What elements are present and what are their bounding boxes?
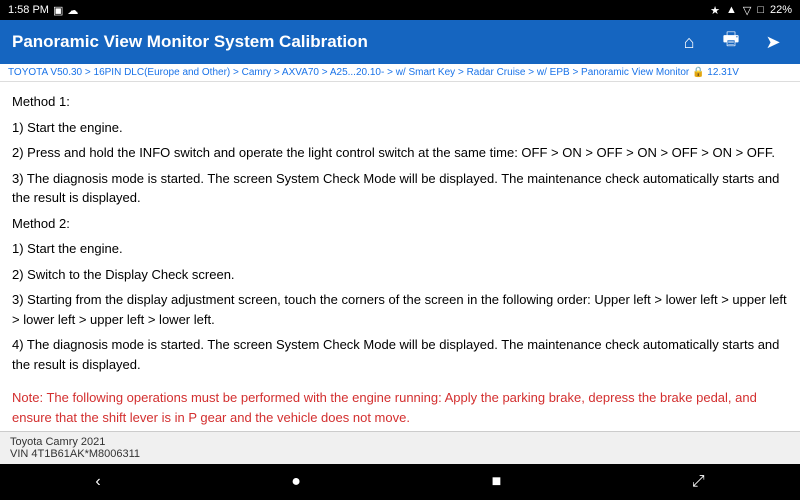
- header-icons: ⌂ 🖶 ➤: [674, 27, 788, 57]
- home-button[interactable]: ⌂: [674, 27, 704, 57]
- method2-step1: 1) Start the engine.: [12, 239, 788, 259]
- fullscreen-nav-icon[interactable]: ⤢: [672, 469, 725, 495]
- vehicle-model: Toyota Camry 2021: [10, 436, 790, 448]
- nav-bar: ‹ ● ■ ⤢: [0, 464, 800, 500]
- method1-step2: 2) Press and hold the INFO switch and op…: [12, 143, 788, 163]
- print-button[interactable]: 🖶: [716, 27, 746, 57]
- method2-step3: 3) Starting from the display adjustment …: [12, 290, 788, 329]
- main-content: Method 1: 1) Start the engine. 2) Press …: [0, 82, 800, 431]
- method2-heading: Method 2:: [12, 214, 788, 234]
- method1-step1: 1) Start the engine.: [12, 118, 788, 138]
- note-text: Note: The following operations must be p…: [12, 388, 788, 427]
- recents-nav-icon[interactable]: ■: [472, 469, 522, 495]
- method1-heading: Method 1:: [12, 92, 788, 112]
- header-title: Panoramic View Monitor System Calibratio…: [12, 32, 368, 52]
- status-icon-1: ▣: [53, 4, 63, 17]
- back-nav-icon[interactable]: ‹: [75, 469, 120, 495]
- breadcrumb: TOYOTA V50.30 > 16PIN DLC(Europe and Oth…: [0, 64, 800, 82]
- content-area: Method 1: 1) Start the engine. 2) Press …: [12, 92, 788, 380]
- bluetooth-icon: ★: [710, 4, 720, 17]
- exit-button[interactable]: ➤: [758, 27, 788, 57]
- status-left: 1:58 PM ▣ ☁: [8, 4, 78, 17]
- wifi-icon: ▲: [726, 4, 737, 16]
- method2-step2: 2) Switch to the Display Check screen.: [12, 265, 788, 285]
- method2-step4: 4) The diagnosis mode is started. The sc…: [12, 335, 788, 374]
- vehicle-info-footer: Toyota Camry 2021 VIN 4T1B61AK*M8006311: [0, 431, 800, 464]
- status-bar: 1:58 PM ▣ ☁ ★ ▲ ▽ □ 22%: [0, 0, 800, 20]
- battery-percent: 22%: [770, 4, 792, 16]
- status-right: ★ ▲ ▽ □ 22%: [710, 4, 792, 17]
- battery-icon: □: [757, 4, 764, 16]
- signal-icon: ▽: [743, 4, 751, 17]
- status-time: 1:58 PM: [8, 4, 49, 16]
- header: Panoramic View Monitor System Calibratio…: [0, 20, 800, 64]
- status-icon-2: ☁: [67, 4, 78, 17]
- home-nav-icon[interactable]: ●: [271, 469, 321, 495]
- vehicle-vin: VIN 4T1B61AK*M8006311: [10, 448, 790, 460]
- method1-step3: 3) The diagnosis mode is started. The sc…: [12, 169, 788, 208]
